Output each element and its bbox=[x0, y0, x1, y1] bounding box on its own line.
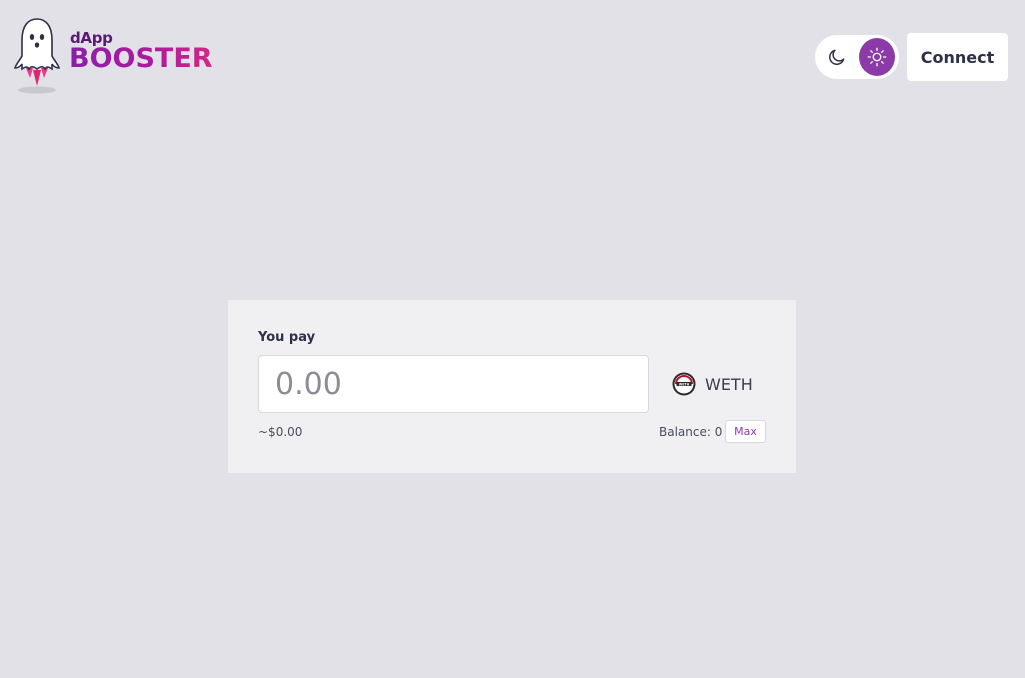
dark-mode-button[interactable] bbox=[819, 38, 855, 76]
sun-icon bbox=[867, 47, 887, 67]
amount-input[interactable] bbox=[258, 355, 649, 413]
max-button[interactable]: Max bbox=[725, 420, 766, 443]
logo-big-text: BOOSTER bbox=[69, 43, 213, 74]
ghost-rocket-icon bbox=[14, 18, 61, 94]
weth-token-icon: WETH bbox=[672, 372, 696, 396]
light-mode-button[interactable] bbox=[859, 38, 895, 76]
balance-text: Balance: 0 bbox=[659, 425, 723, 439]
you-pay-label: You pay bbox=[258, 330, 316, 345]
token-name: WETH bbox=[705, 374, 753, 394]
connect-wallet-button[interactable]: Connect bbox=[907, 33, 1008, 81]
app-page: dApp BOOSTER Connect You pay 0.00 WETH W… bbox=[0, 0, 1025, 678]
theme-toggle bbox=[815, 35, 899, 79]
usd-value: ~$0.00 bbox=[258, 425, 303, 439]
moon-icon bbox=[829, 49, 845, 65]
svg-text:WETH: WETH bbox=[679, 382, 690, 386]
app-logo[interactable]: dApp BOOSTER bbox=[14, 16, 214, 96]
swap-card: You pay WETH WETH ~$0.00 Balance: 0 Max bbox=[228, 300, 796, 473]
token-selector[interactable]: WETH WETH bbox=[672, 371, 753, 397]
